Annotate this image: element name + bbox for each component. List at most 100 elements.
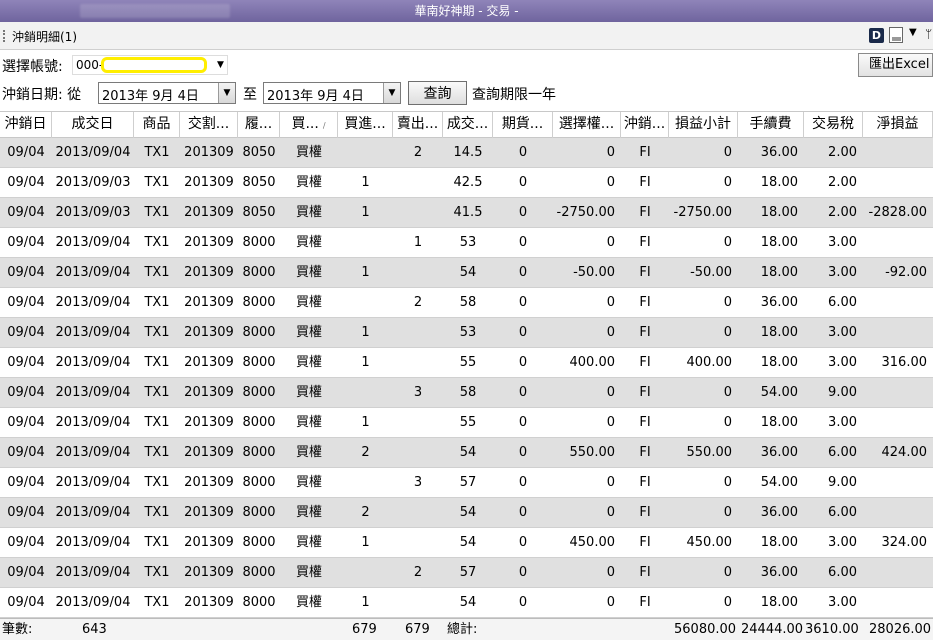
column-header-label: 履... <box>244 116 273 132</box>
column-header-delivery-month[interactable]: 交割... <box>180 112 238 138</box>
date-from-picker[interactable]: 2013年 9月 4日 ▼ <box>98 82 236 104</box>
table-row[interactable]: 09/04 2013/09/04 TX1 201309 8000 買權 3 58 0 0 FI 0 54… <box>0 378 933 408</box>
column-header-label: 沖銷... <box>623 116 666 132</box>
column-header-futures-pnl[interactable]: 期貨... <box>493 112 553 138</box>
column-header-pnl-subtotal[interactable]: 損益小計 <box>669 112 738 138</box>
column-header-trade-date[interactable]: 成交日 <box>52 112 134 138</box>
cell-tax: 3.00 <box>828 535 857 550</box>
cell-settle-date: 09/04 <box>7 505 45 520</box>
table-row[interactable]: 09/04 2013/09/04 TX1 201309 8000 買權 2 54 0 0 FI 0 36… <box>0 498 933 528</box>
cell-product: TX1 <box>144 205 170 220</box>
cell-call-put: 買權 <box>295 145 322 160</box>
cell-option-pnl: -2750.00 <box>556 205 615 220</box>
cell-delivery-month: 201309 <box>184 445 234 460</box>
column-header-fee[interactable]: 手續費 <box>738 112 804 138</box>
sort-icon: ∕ <box>322 121 326 130</box>
dropdown-arrow-icon[interactable]: ▼ <box>218 83 235 103</box>
cell-call-put: 買權 <box>295 595 322 610</box>
cell-option-pnl: 0 <box>606 295 615 310</box>
table-row[interactable]: 09/04 2013/09/04 TX1 201309 8000 買權 1 54 0 -50.00… <box>0 258 933 288</box>
cell-fee: 36.00 <box>760 505 798 520</box>
export-excel-button[interactable]: 匯出Excel <box>858 53 933 77</box>
column-header-label: 賣出... <box>396 116 439 132</box>
table-row[interactable]: 09/04 2013/09/04 TX1 201309 8000 買權 1 54 0 0 FI 0 18… <box>0 588 933 618</box>
cell-price: 54 <box>459 265 477 280</box>
window-title: 華南好神期 - 交易 - <box>414 4 519 18</box>
dropdown-arrow-icon[interactable]: ▼ <box>217 60 224 70</box>
table-row[interactable]: 09/04 2013/09/04 TX1 201309 8000 買權 2 54 0 550.00… <box>0 438 933 468</box>
cell-sell-qty: 2 <box>413 145 423 160</box>
cell-buy-qty: 2 <box>361 445 370 460</box>
table-row[interactable]: 09/04 2013/09/04 TX1 201309 8000 買權 3 57 0 0 FI 0 54… <box>0 468 933 498</box>
table-row[interactable]: 09/04 2013/09/04 TX1 201309 8000 買權 2 58 0 0 FI 0 36… <box>0 288 933 318</box>
cell-delivery-month: 201309 <box>184 385 234 400</box>
cell-strike: 8050 <box>242 145 276 160</box>
cell-net-pnl: -92.00 <box>885 265 927 280</box>
cell-settle-date: 09/04 <box>7 565 45 580</box>
table-row[interactable]: 09/04 2013/09/04 TX1 201309 8000 買權 1 55 0 400.00… <box>0 348 933 378</box>
cell-pnl-subtotal: 0 <box>723 385 732 400</box>
cell-net-pnl <box>863 318 933 348</box>
cell-product: TX1 <box>144 325 170 340</box>
pin-icon[interactable]: ᛘ <box>925 27 932 41</box>
cell-buy-qty: 1 <box>361 415 370 430</box>
cell-pnl-subtotal: 0 <box>723 325 732 340</box>
column-header-product[interactable]: 商品 <box>134 112 180 138</box>
date-to-picker[interactable]: 2013年 9月 4日 ▼ <box>263 82 401 104</box>
table-row[interactable]: 09/04 2013/09/04 TX1 201309 8000 買權 1 53 0 0 FI 0 18… <box>0 318 933 348</box>
column-header-net-pnl[interactable]: 淨損益 <box>863 112 933 138</box>
cell-option-pnl: 0 <box>606 565 615 580</box>
cell-price: 42.5 <box>453 175 483 190</box>
cell-pnl-subtotal: 0 <box>723 295 732 310</box>
d-icon[interactable]: D <box>869 28 884 43</box>
table-row[interactable]: 09/04 2013/09/04 TX1 201309 8000 買權 1 55 0 0 FI 0 18… <box>0 408 933 438</box>
cell-futures-pnl: 0 <box>518 565 528 580</box>
column-header-option-pnl[interactable]: 選擇權... <box>553 112 621 138</box>
column-header-buy-qty[interactable]: 買進... <box>338 112 393 138</box>
table-row[interactable]: 09/04 2013/09/04 TX1 201309 8000 買權 1 54 0 450.00… <box>0 528 933 558</box>
cell-futures-pnl: 0 <box>518 265 528 280</box>
column-header-price[interactable]: 成交... <box>443 112 493 138</box>
cell-buy-qty: 1 <box>361 355 370 370</box>
document-icon[interactable] <box>889 27 903 43</box>
column-header-tax[interactable]: 交易稅 <box>804 112 863 138</box>
cell-delivery-month: 201309 <box>184 535 234 550</box>
cell-settle-date: 09/04 <box>7 445 45 460</box>
cell-strike: 8000 <box>242 415 276 430</box>
table-row[interactable]: 09/04 2013/09/04 TX1 201309 8000 買權 2 57 0 0 FI 0 36… <box>0 558 933 588</box>
table-row[interactable]: 09/04 2013/09/04 TX1 201309 8050 買權 2 14.5 0 0 FI 0… <box>0 138 933 168</box>
cell-product: TX1 <box>144 385 170 400</box>
cell-fee: 18.00 <box>760 265 798 280</box>
cell-settle-date: 09/04 <box>7 175 45 190</box>
table-row[interactable]: 09/04 2013/09/03 TX1 201309 8050 買權 1 42.5 0 0 FI 0… <box>0 168 933 198</box>
account-select[interactable]: 000- ▼ <box>72 55 228 75</box>
cell-pnl-subtotal: 0 <box>723 475 732 490</box>
column-header-label: 成交日 <box>71 116 114 132</box>
dropdown-arrow-icon[interactable]: ▼ <box>383 83 400 103</box>
table-row[interactable]: 09/04 2013/09/04 TX1 201309 8000 買權 1 53 0 0 FI 0 18… <box>0 228 933 258</box>
tab-settlement-detail[interactable]: 沖銷明細(1) <box>12 28 77 45</box>
cell-settle-date: 09/04 <box>7 205 45 220</box>
column-header-sell-qty[interactable]: 賣出... <box>393 112 443 138</box>
column-header-settle-type[interactable]: 沖銷... <box>621 112 669 138</box>
cell-price: 57 <box>459 475 477 490</box>
chevron-down-icon[interactable]: ▼ <box>909 27 917 38</box>
cell-product: TX1 <box>144 415 170 430</box>
cell-buy-qty: 1 <box>361 175 370 190</box>
table-row[interactable]: 09/04 2013/09/03 TX1 201309 8050 買權 1 41.5 0 -275… <box>0 198 933 228</box>
grip-icon[interactable] <box>3 30 5 42</box>
cell-pnl-subtotal: 0 <box>723 175 732 190</box>
cell-product: TX1 <box>144 535 170 550</box>
column-header-strike[interactable]: 履... <box>238 112 280 138</box>
cell-product: TX1 <box>144 595 170 610</box>
cell-futures-pnl: 0 <box>518 355 528 370</box>
query-button[interactable]: 查詢 <box>408 81 467 105</box>
cell-settle-type: FI <box>639 595 651 610</box>
column-header-call-put[interactable]: 買... ∕ <box>280 112 338 138</box>
cell-option-pnl: 0 <box>606 235 615 250</box>
cell-settle-date: 09/04 <box>7 325 45 340</box>
cell-pnl-subtotal: 400.00 <box>686 355 733 370</box>
cell-fee: 18.00 <box>760 595 798 610</box>
cell-call-put: 買權 <box>295 565 322 580</box>
column-header-settle-date[interactable]: 沖銷日 <box>0 112 52 138</box>
